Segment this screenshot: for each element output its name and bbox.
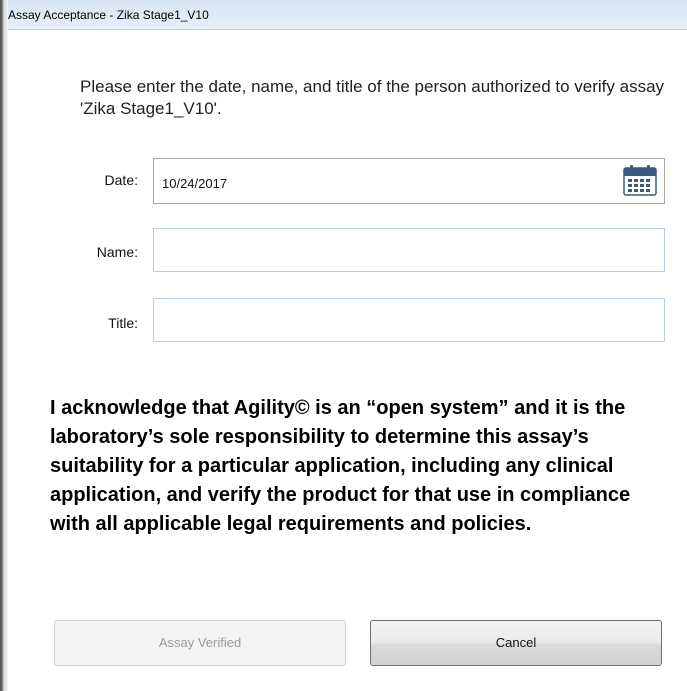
calendar-icon[interactable] — [623, 164, 657, 196]
title-field[interactable] — [153, 298, 665, 342]
window-titlebar[interactable]: Assay Acceptance - Zika Stage1_V10 — [8, 0, 687, 30]
dialog-body: Please enter the date, name, and title o… — [8, 30, 687, 691]
name-label: Name: — [96, 244, 138, 260]
cancel-button[interactable]: Cancel — [370, 620, 662, 666]
date-field[interactable] — [153, 158, 665, 204]
acknowledgement-text: I acknowledge that Agility© is an “open … — [50, 397, 631, 535]
title-label: Title: — [108, 315, 138, 331]
instructions-text: Please enter the date, name, and title o… — [80, 77, 665, 118]
date-label: Date: — [104, 172, 138, 188]
assay-verified-button[interactable]: Assay Verified — [54, 620, 346, 666]
date-picker — [153, 158, 665, 204]
window-left-border — [0, 0, 8, 691]
window-title: Assay Acceptance - Zika Stage1_V10 — [8, 8, 209, 22]
name-field[interactable] — [153, 228, 665, 272]
